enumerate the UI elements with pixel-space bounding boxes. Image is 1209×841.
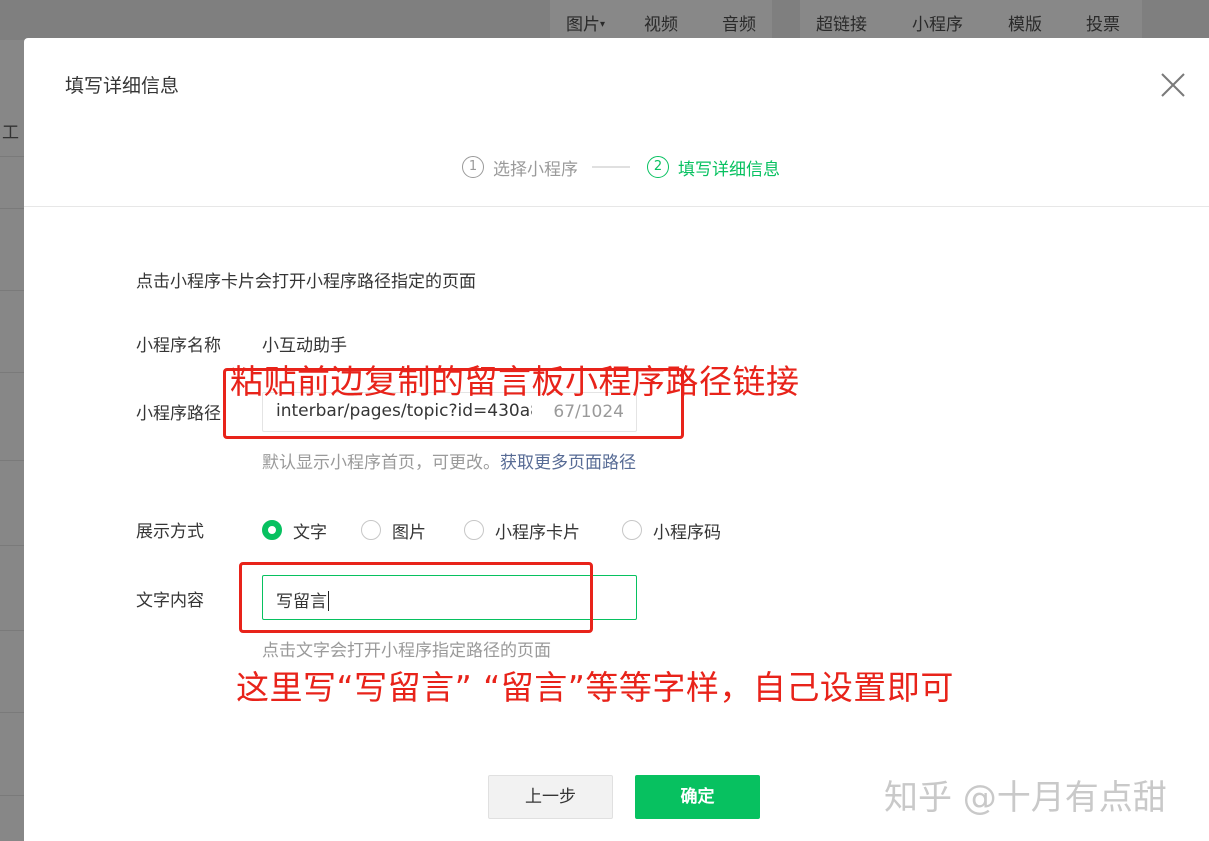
- annotation-box-content: [239, 562, 593, 633]
- step-fill-details: 2 填写详细信息: [647, 155, 780, 180]
- toolbar-item-miniprogram[interactable]: 小程序: [912, 10, 963, 35]
- divider: [0, 208, 24, 209]
- step-number-1: 1: [462, 156, 484, 178]
- path-label: 小程序路径: [136, 404, 221, 424]
- divider: [0, 712, 24, 713]
- name-value: 小互动助手: [262, 336, 347, 356]
- radio-label: 小程序码: [653, 522, 721, 543]
- name-label: 小程序名称: [136, 336, 221, 356]
- divider: [0, 545, 24, 546]
- radio-checked-icon: [262, 520, 282, 540]
- previous-step-button[interactable]: 上一步: [488, 775, 613, 819]
- confirm-button[interactable]: 确定: [635, 775, 760, 819]
- toolbar-item-vote[interactable]: 投票: [1086, 10, 1120, 35]
- step-indicator: 1 选择小程序 2 填写详细信息: [462, 153, 780, 181]
- radio-image[interactable]: 图片: [361, 518, 426, 543]
- divider: [0, 156, 24, 157]
- annotation-content-note: 这里写“写留言” “留言”等等字样，自己设置即可: [236, 668, 954, 707]
- step-label: 填写详细信息: [678, 159, 780, 180]
- content-hint: 点击文字会打开小程序指定路径的页面: [262, 641, 551, 661]
- annotation-path-note: 粘贴前边复制的留言板小程序路径链接: [230, 362, 800, 401]
- background-left-panel: 工: [0, 40, 24, 841]
- dialog-description: 点击小程序卡片会打开小程序路径指定的页面: [136, 272, 476, 292]
- radio-text[interactable]: 文字: [262, 518, 327, 543]
- toolbar-item-hyperlink[interactable]: 超链接: [816, 10, 867, 35]
- divider: [0, 460, 24, 461]
- radio-unchecked-icon: [361, 520, 381, 540]
- close-button[interactable]: [1160, 72, 1186, 98]
- miniprogram-dialog: 填写详细信息 1 选择小程序 2 填写详细信息 点击小程序卡片会打开小程序路径指…: [24, 38, 1209, 841]
- radio-label: 图片: [392, 522, 426, 543]
- divider: [0, 795, 24, 796]
- radio-code[interactable]: 小程序码: [622, 518, 721, 543]
- path-hint-text: 默认显示小程序首页，可更改。: [262, 453, 500, 473]
- divider: [0, 630, 24, 631]
- toolbar-item-audio[interactable]: 音频: [722, 10, 756, 35]
- editor-toolbar: 图片▾ 视频 音频 超链接 小程序 模版 投票: [0, 0, 1209, 40]
- header-divider: [24, 206, 1209, 207]
- toolbar-item-template[interactable]: 模版: [1008, 10, 1042, 35]
- step-select-miniprogram: 1 选择小程序: [462, 155, 578, 180]
- close-icon: [1161, 73, 1185, 97]
- radio-unchecked-icon: [464, 520, 484, 540]
- radio-unchecked-icon: [622, 520, 642, 540]
- path-hint: 默认显示小程序首页，可更改。获取更多页面路径: [262, 448, 636, 473]
- display-mode-label: 展示方式: [136, 522, 204, 542]
- divider: [0, 372, 24, 373]
- zhihu-watermark: 知乎 @十月有点甜: [884, 778, 1167, 818]
- display-mode-radio-group: 文字 图片 小程序卡片 小程序码: [262, 517, 721, 543]
- step-connector: [592, 166, 630, 168]
- dialog-title: 填写详细信息: [65, 75, 180, 97]
- background-glyph: 工: [2, 123, 19, 143]
- radio-card[interactable]: 小程序卡片: [464, 518, 580, 543]
- radio-label: 小程序卡片: [495, 522, 580, 543]
- toolbar-item-video[interactable]: 视频: [644, 10, 678, 35]
- radio-label: 文字: [293, 522, 327, 543]
- toolbar-item-image[interactable]: 图片▾: [566, 10, 605, 35]
- more-paths-link[interactable]: 获取更多页面路径: [500, 453, 636, 473]
- divider: [0, 290, 24, 291]
- step-label: 选择小程序: [493, 159, 578, 180]
- step-number-2: 2: [647, 156, 669, 178]
- content-label: 文字内容: [136, 591, 204, 611]
